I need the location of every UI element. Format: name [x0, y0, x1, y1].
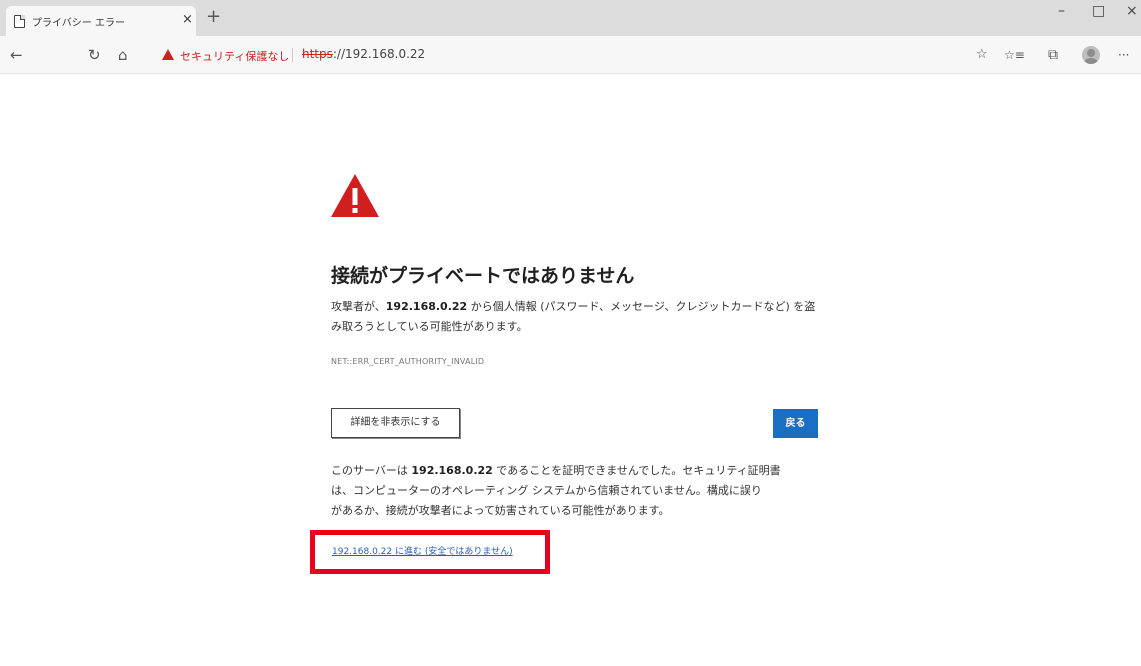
host-name: 192.168.0.22 — [385, 300, 468, 313]
url-host: ://192.168.0.22 — [332, 47, 426, 61]
host-name: 192.168.0.22 — [411, 464, 493, 477]
collections-icon[interactable]: ⧉ — [1048, 45, 1058, 65]
warning-icon — [162, 49, 174, 60]
intro-text: から個人情報 (パスワード、メッセージ、クレジットカードなど) を盗 — [467, 300, 816, 313]
page-icon — [14, 15, 25, 28]
back-button[interactable]: 戻る — [773, 409, 818, 438]
more-menu-icon[interactable]: ··· — [1118, 45, 1129, 65]
divider — [292, 48, 293, 62]
details-text: であることを証明できませんでした。セキュリティ証明書 — [492, 464, 781, 477]
back-arrow-icon[interactable]: ← — [10, 45, 23, 65]
security-status[interactable]: セキュリティ保護なし — [180, 48, 289, 64]
large-warning-icon — [331, 174, 379, 217]
details-text: は、コンピューターのオペレーティング システムから信頼されていません。構成に誤り — [331, 484, 762, 497]
home-icon[interactable]: ⌂ — [118, 45, 128, 65]
tab-title: プライバシー エラー — [32, 18, 125, 29]
window-close-icon[interactable]: × — [1126, 2, 1138, 20]
tab-strip: プライバシー エラー × + – □ × — [0, 0, 1141, 36]
refresh-icon[interactable]: ↻ — [88, 45, 101, 65]
favorite-star-icon[interactable]: ☆ — [976, 45, 988, 65]
details-paragraph: このサーバーは 192.168.0.22 であることを証明できませんでした。セキ… — [331, 461, 841, 521]
details-text: このサーバーは — [331, 464, 412, 477]
maximize-icon[interactable]: □ — [1092, 2, 1105, 20]
toolbar: ← ↻ ⌂ セキュリティ保護なし https://192.168.0.22 ☆ … — [0, 36, 1141, 74]
favorites-list-icon[interactable]: ☆≡ — [1004, 45, 1025, 65]
error-code: NET::ERR_CERT_AUTHORITY_INVALID — [331, 357, 485, 366]
url-scheme: https — [302, 47, 333, 61]
new-tab-icon[interactable]: + — [206, 6, 221, 28]
minimize-icon[interactable]: – — [1058, 2, 1065, 20]
tab-privacy-error[interactable]: プライバシー エラー × — [6, 6, 196, 36]
hide-details-button[interactable]: 詳細を非表示にする — [331, 408, 460, 438]
page-title: 接続がプライベートではありません — [331, 265, 635, 287]
url-text[interactable]: https://192.168.0.22 — [302, 47, 425, 61]
proceed-unsafe-link[interactable]: 192.168.0.22 に進む (安全ではありません) — [332, 544, 513, 557]
details-text: があるか、接続が攻撃者によって妨害されている可能性があります。 — [331, 504, 670, 517]
error-page: 接続がプライベートではありません 攻撃者が、192.168.0.22 から個人情… — [0, 75, 1141, 666]
intro-paragraph: 攻撃者が、192.168.0.22 から個人情報 (パスワード、メッセージ、クレ… — [331, 297, 831, 337]
profile-avatar[interactable] — [1082, 46, 1100, 64]
intro-text: 攻撃者が、 — [331, 300, 386, 313]
tab-close-icon[interactable]: × — [182, 12, 193, 28]
intro-text: み取ろうとしている可能性があります。 — [331, 320, 528, 333]
